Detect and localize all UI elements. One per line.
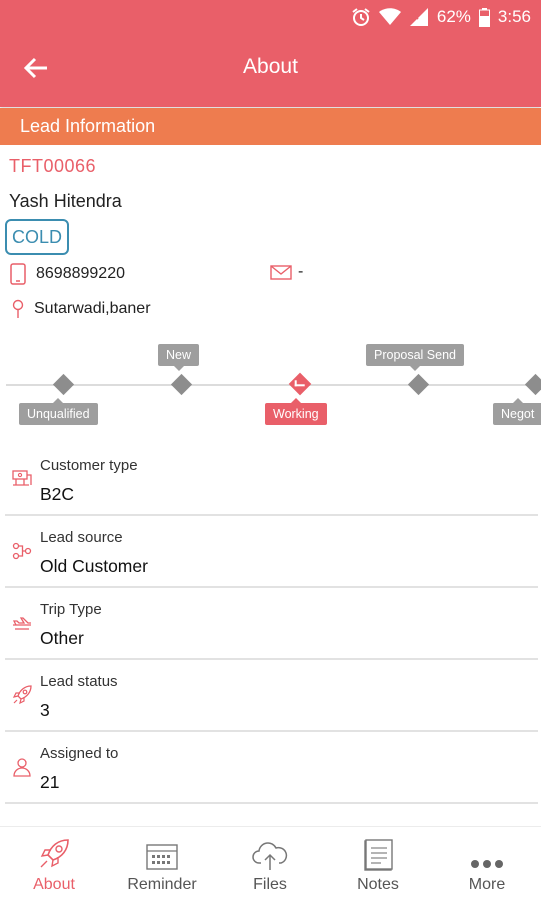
customer-type-icon <box>10 467 34 491</box>
person-icon <box>10 755 34 779</box>
calendar-icon <box>108 827 216 871</box>
stage-label-new: New <box>158 344 200 371</box>
field-value: Old Customer <box>40 556 148 576</box>
nav-reminder[interactable]: Reminder <box>108 827 216 900</box>
email-value: - <box>298 263 304 280</box>
clock-time: 3:56 <box>497 7 531 26</box>
location-pin-icon <box>12 299 24 319</box>
section-header-lead-information: Lead Information <box>0 108 541 145</box>
field-value: B2C <box>40 484 75 504</box>
nav-more[interactable]: More <box>433 827 541 900</box>
lead-name: Yash Hitendra <box>9 191 122 211</box>
field-label: Assigned to <box>40 745 119 762</box>
phone-icon <box>10 263 26 285</box>
cloud-upload-icon <box>216 827 324 871</box>
lead-source-icon <box>10 539 34 563</box>
field-label: Lead status <box>40 673 118 690</box>
stage-label-proposal-send: Proposal Send <box>366 344 465 371</box>
phone-number: 8698899220 <box>36 265 125 282</box>
alarm-icon <box>351 7 371 27</box>
field-label: Lead source <box>40 529 123 546</box>
nav-label: Files <box>253 876 287 893</box>
pipeline-track <box>6 384 541 386</box>
field-customer-type: Customer type B2C <box>5 446 538 516</box>
battery-icon <box>478 7 490 27</box>
notes-icon <box>324 827 432 871</box>
stage-node-unqualified[interactable] <box>52 373 75 396</box>
bottom-navigation: About Reminder Files Notes More <box>0 826 541 900</box>
field-value: Other <box>40 628 84 648</box>
field-label: Trip Type <box>40 601 102 618</box>
field-value: 3 <box>40 700 50 720</box>
signal-icon <box>409 8 429 26</box>
stage-label-unqualified: Unqualified <box>19 398 98 425</box>
stage-node-working[interactable] <box>288 372 312 396</box>
rocket-icon <box>0 827 108 871</box>
nav-files[interactable]: Files <box>216 827 324 900</box>
stage-node-proposal-send[interactable] <box>407 373 430 396</box>
address-value: Sutarwadi,baner <box>34 300 151 317</box>
top-bar: 62% 3:56 About <box>0 0 541 107</box>
address-row: Sutarwadi,baner <box>12 299 151 319</box>
field-lead-source: Lead source Old Customer <box>5 518 538 588</box>
field-trip-type: Trip Type Other <box>5 590 538 660</box>
nav-label: About <box>33 876 75 893</box>
nav-label: Notes <box>357 876 399 893</box>
lead-temperature-badge: COLD <box>5 219 70 255</box>
stage-pipeline: Unqualified New Working Proposal Send Ne… <box>0 338 541 438</box>
app-bar: About <box>0 36 541 100</box>
nav-label: More <box>468 876 506 893</box>
field-assigned-to: Assigned to 21 <box>5 734 538 804</box>
nav-about[interactable]: About <box>0 827 108 900</box>
wifi-icon <box>378 8 401 26</box>
stage-node-negotiation[interactable] <box>524 373 541 396</box>
battery-percentage: 62% <box>436 7 471 26</box>
rocket-icon <box>10 683 34 707</box>
mail-icon <box>270 264 292 280</box>
field-label: Customer type <box>40 457 138 474</box>
stage-label-working: Working <box>265 398 327 425</box>
nav-notes[interactable]: Notes <box>324 827 432 900</box>
page-title: About <box>243 55 298 78</box>
lead-id: TFT00066 <box>9 156 97 176</box>
field-value: 21 <box>40 772 60 792</box>
phone-row[interactable]: 8698899220 <box>10 263 125 285</box>
status-bar: 62% 3:56 <box>351 6 531 28</box>
stage-label-negotiation: Negot <box>493 398 541 425</box>
email-row[interactable]: - <box>270 263 303 281</box>
trip-type-icon <box>10 611 34 635</box>
field-lead-status: Lead status 3 <box>5 662 538 732</box>
stage-node-new[interactable] <box>170 373 193 396</box>
nav-label: Reminder <box>127 876 197 893</box>
more-dots-icon <box>433 827 541 871</box>
